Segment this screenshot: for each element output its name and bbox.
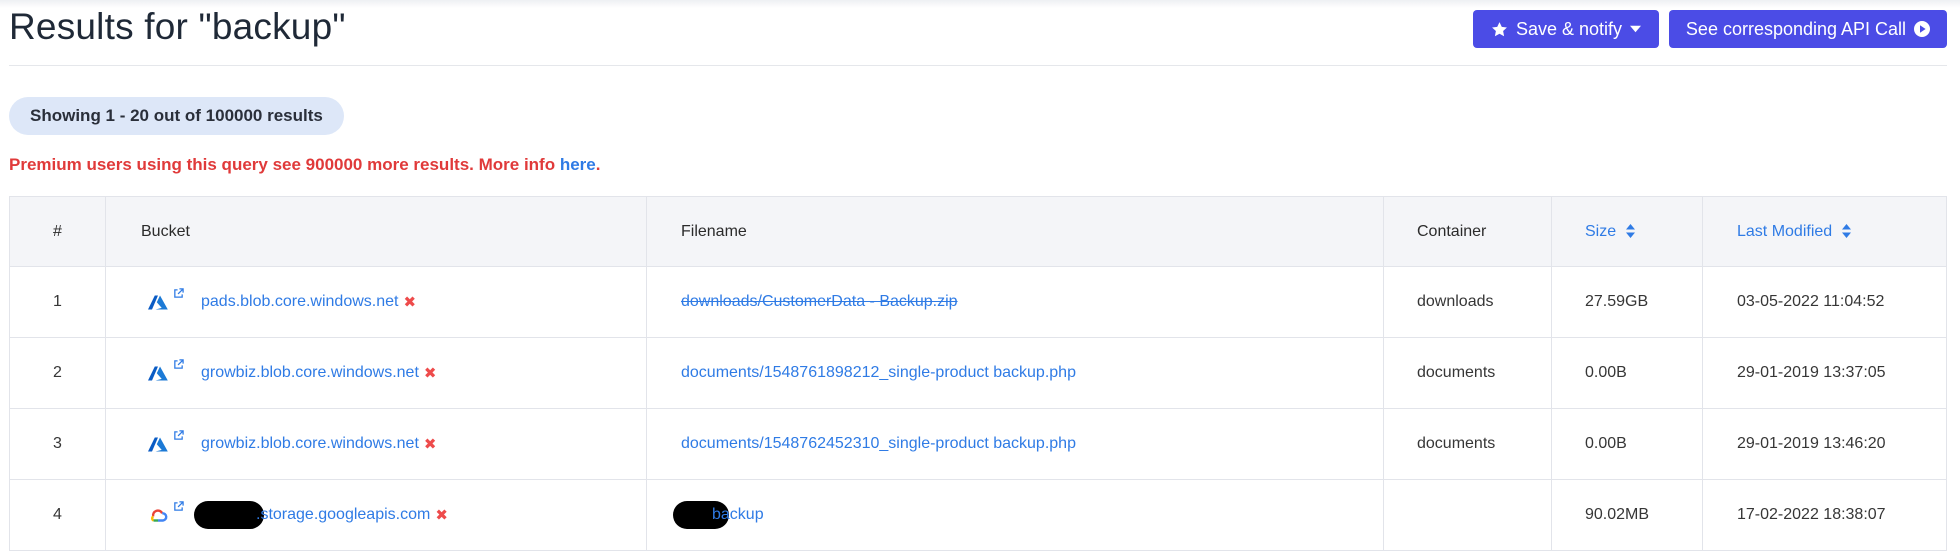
bucket-link[interactable]: growbiz.blob.core.windows.net	[201, 435, 419, 453]
save-notify-label: Save & notify	[1515, 18, 1623, 39]
table-row: 2 growbiz.blob.core.windows.net ✖ docume…	[9, 337, 1947, 409]
redacted-mark	[194, 501, 264, 529]
container-cell: downloads	[1383, 266, 1552, 338]
external-link-icon	[174, 288, 184, 298]
provider-link[interactable]	[141, 359, 201, 384]
sort-icon	[1626, 223, 1636, 238]
filename-link[interactable]: backup	[712, 506, 764, 523]
close-icon[interactable]: ✖	[424, 435, 437, 453]
azure-icon	[148, 295, 168, 310]
external-link-icon	[174, 359, 184, 369]
col-size-label: Size	[1585, 222, 1617, 240]
container-cell	[1383, 479, 1552, 551]
star-icon	[1492, 21, 1507, 36]
filename-link[interactable]: documents/1548762452310_single-product b…	[681, 435, 1076, 452]
col-last-modified-label: Last Modified	[1737, 222, 1833, 240]
play-circle-icon	[1914, 21, 1931, 37]
external-link-icon	[174, 430, 184, 440]
size-cell: 0.00B	[1551, 337, 1703, 409]
google-cloud-icon	[151, 509, 168, 522]
page-title: Results for "backup"	[9, 6, 346, 47]
provider-link[interactable]	[141, 288, 201, 313]
row-number: 3	[9, 408, 106, 480]
modified-cell: 17-02-2022 18:38:07	[1702, 479, 1947, 551]
results-table: # Bucket Filename Container Size Last Mo…	[9, 196, 1947, 551]
caret-down-icon	[1630, 25, 1642, 33]
modified-cell: 29-01-2019 13:37:05	[1702, 337, 1947, 409]
size-cell: 0.00B	[1551, 408, 1703, 480]
close-icon[interactable]: ✖	[403, 293, 416, 311]
col-filename: Filename	[646, 196, 1384, 267]
table-header-row: # Bucket Filename Container Size Last Mo…	[9, 196, 1947, 267]
filename-cell: documents/1548762452310_single-product b…	[646, 408, 1384, 480]
api-call-button[interactable]: See corresponding API Call	[1669, 10, 1947, 48]
header-divider	[9, 65, 1947, 66]
bucket-link[interactable]: growbiz.blob.core.windows.net	[201, 364, 419, 382]
col-size-sort[interactable]: Size	[1551, 196, 1703, 267]
premium-notice: Premium users using this query see 90000…	[9, 155, 600, 175]
table-row: 1 pads.blob.core.windows.net ✖ downloads…	[9, 266, 1947, 338]
bucket-link[interactable]: .storage.googleapis.com	[256, 506, 430, 524]
bucket-cell: .storage.googleapis.com ✖	[105, 479, 647, 551]
col-bucket: Bucket	[105, 196, 647, 267]
premium-text: Premium users using this query see 90000…	[9, 155, 560, 174]
modified-cell: 03-05-2022 11:04:52	[1702, 266, 1947, 338]
external-link-icon	[174, 501, 184, 511]
col-container: Container	[1383, 196, 1552, 267]
bucket-cell: growbiz.blob.core.windows.net ✖	[105, 408, 647, 480]
close-icon[interactable]: ✖	[424, 364, 437, 382]
col-last-modified-sort[interactable]: Last Modified	[1702, 196, 1947, 267]
filename-cell: backup	[646, 479, 1384, 551]
row-number: 1	[9, 266, 106, 338]
size-cell: 90.02MB	[1551, 479, 1703, 551]
azure-icon	[148, 437, 168, 452]
bucket-link[interactable]: pads.blob.core.windows.net	[201, 293, 398, 311]
container-cell: documents	[1383, 408, 1552, 480]
table-row: 3 growbiz.blob.core.windows.net ✖ docume…	[9, 408, 1947, 480]
row-number: 2	[9, 337, 106, 409]
premium-end: .	[595, 155, 601, 174]
azure-icon	[148, 366, 168, 381]
sort-icon	[1842, 223, 1852, 238]
filename-cell: documents/1548761898212_single-product b…	[646, 337, 1384, 409]
provider-link[interactable]	[141, 501, 201, 526]
api-call-label: See corresponding API Call	[1685, 18, 1907, 39]
bucket-cell: growbiz.blob.core.windows.net ✖	[105, 337, 647, 409]
col-number: #	[9, 196, 106, 267]
size-cell: 27.59GB	[1551, 266, 1703, 338]
close-icon[interactable]: ✖	[435, 506, 448, 524]
filename-link[interactable]: downloads/CustomerData - Backup.zip	[681, 293, 958, 310]
bucket-cell: pads.blob.core.windows.net ✖	[105, 266, 647, 338]
save-notify-button[interactable]: Save & notify	[1473, 10, 1659, 48]
table-row: 4 .storage.googleapis.com ✖ backup 90.02…	[9, 479, 1947, 551]
filename-link[interactable]: documents/1548761898212_single-product b…	[681, 364, 1076, 381]
provider-link[interactable]	[141, 430, 201, 455]
modified-cell: 29-01-2019 13:46:20	[1702, 408, 1947, 480]
filename-cell: downloads/CustomerData - Backup.zip	[646, 266, 1384, 338]
results-count-pill: Showing 1 - 20 out of 100000 results	[9, 97, 344, 135]
row-number: 4	[9, 479, 106, 551]
premium-info-link[interactable]: here	[560, 155, 596, 174]
container-cell: documents	[1383, 337, 1552, 409]
